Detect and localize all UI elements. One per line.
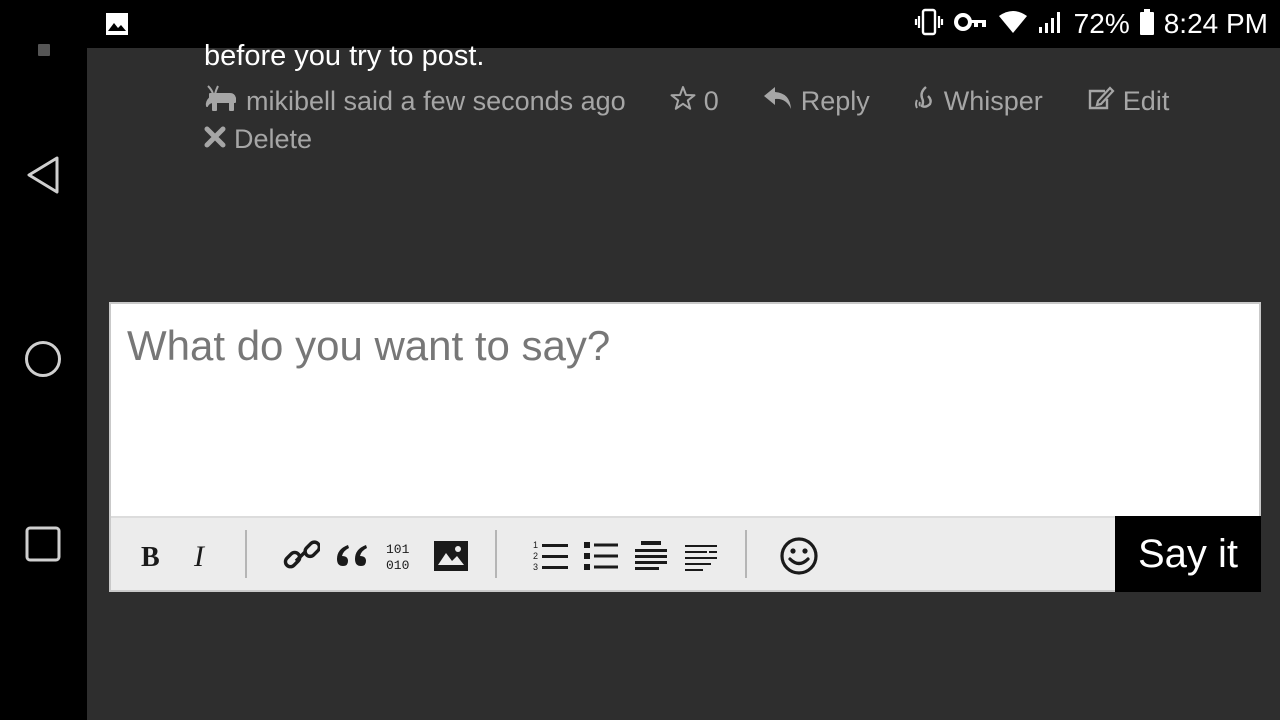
post-author[interactable]: mikibell said a few seconds ago — [204, 84, 626, 119]
star-button[interactable]: 0 — [670, 85, 719, 118]
code-icon[interactable]: 101 010 — [381, 536, 421, 576]
italic-icon[interactable]: I — [181, 536, 221, 576]
heading-icon[interactable] — [631, 536, 671, 576]
star-count: 0 — [703, 85, 719, 116]
edit-icon — [1087, 85, 1115, 118]
post-body-text: before you try to post. — [204, 40, 485, 72]
formatting-toolbar: B I 101 010 123 — [111, 516, 1116, 590]
nav-indicator-dot — [38, 44, 50, 56]
reply-label: Reply — [800, 85, 870, 116]
toolbar-divider — [245, 530, 247, 578]
system-nav-bar — [0, 0, 87, 720]
whisper-label: Whisper — [943, 85, 1043, 116]
toolbar-divider — [495, 530, 497, 578]
svg-text:1: 1 — [533, 540, 538, 550]
svg-text:3: 3 — [533, 562, 538, 572]
signal-icon — [1038, 9, 1064, 40]
image-icon[interactable] — [431, 536, 471, 576]
svg-text:2: 2 — [533, 551, 538, 561]
align-icon[interactable] — [681, 536, 721, 576]
battery-percent: 72% — [1073, 8, 1130, 39]
post-meta: mikibell said a few seconds ago 0 Reply … — [204, 84, 1204, 156]
wifi-icon — [998, 10, 1028, 39]
discussion-view: before you try to post. mikibell said a … — [87, 40, 1280, 720]
svg-text:I: I — [193, 542, 206, 570]
reply-icon — [763, 85, 793, 118]
reply-button[interactable]: Reply — [763, 85, 870, 118]
back-icon[interactable] — [22, 154, 64, 196]
toolbar-divider — [745, 530, 747, 578]
recents-icon[interactable] — [22, 523, 64, 565]
edit-button[interactable]: Edit — [1087, 85, 1170, 118]
unordered-list-icon[interactable] — [581, 536, 621, 576]
edit-label: Edit — [1122, 85, 1170, 116]
whisper-icon — [914, 84, 936, 119]
star-icon — [670, 85, 696, 118]
whisper-button[interactable]: Whisper — [914, 84, 1043, 119]
emoji-icon[interactable] — [779, 536, 819, 576]
submit-button[interactable]: Say it — [1115, 516, 1261, 592]
vibrate-icon — [914, 7, 944, 42]
post-author-text: mikibell said a few seconds ago — [246, 85, 626, 116]
antelope-avatar-icon — [204, 84, 238, 119]
svg-text:010: 010 — [386, 558, 409, 573]
svg-text:101: 101 — [386, 542, 410, 557]
delete-button[interactable]: Delete — [204, 124, 312, 155]
delete-label: Delete — [234, 123, 313, 154]
svg-text:B: B — [141, 542, 160, 570]
ordered-list-icon[interactable]: 123 — [531, 536, 571, 576]
home-icon[interactable] — [22, 338, 64, 380]
close-icon — [204, 124, 226, 155]
vpn-key-icon — [953, 10, 988, 39]
link-icon[interactable] — [281, 536, 321, 576]
battery-icon — [1139, 8, 1154, 40]
bold-icon[interactable]: B — [131, 536, 171, 576]
clock: 8:24 PM — [1163, 8, 1268, 39]
quote-icon[interactable] — [331, 536, 371, 576]
comment-input[interactable] — [111, 304, 1259, 516]
comment-composer: B I 101010 123 — [109, 302, 1261, 592]
gallery-icon — [105, 12, 129, 36]
